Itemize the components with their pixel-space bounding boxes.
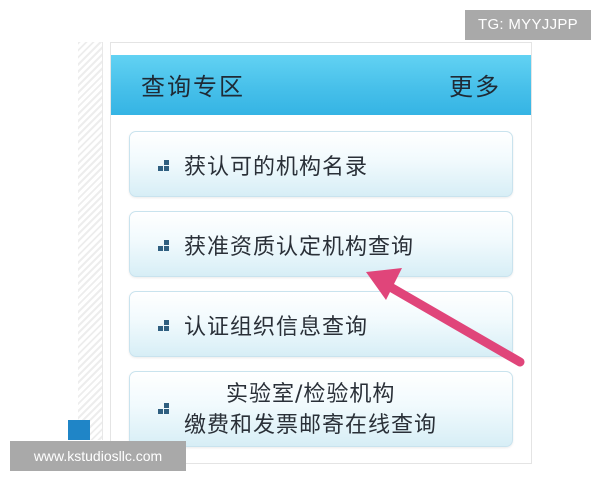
tg-watermark-badge: TG: MYYJJPP — [465, 10, 591, 40]
certification-body-query-button[interactable]: 认证组织信息查询 — [129, 291, 513, 357]
panel-title: 查询专区 — [141, 73, 245, 101]
bullet-icon — [158, 320, 170, 332]
query-zone-panel: 查询专区 更多 获认可的机构名录 获准资质认定机构查询 认证组织信息查询 实验室… — [110, 42, 532, 464]
bullet-icon — [158, 240, 170, 252]
menu-item-label-line2: 缴费和发票邮寄在线查询 — [184, 413, 438, 438]
menu-item-label: 获认可的机构名录 — [184, 155, 369, 180]
left-sidebar-strip — [78, 42, 103, 440]
menu-item-label-line1: 实验室/检验机构 — [226, 382, 396, 407]
lab-fee-invoice-query-button[interactable]: 实验室/检验机构 缴费和发票邮寄在线查询 — [129, 371, 513, 447]
menu-item-label: 获准资质认定机构查询 — [184, 235, 415, 260]
qualified-institutions-query-button[interactable]: 获准资质认定机构查询 — [129, 211, 513, 277]
left-sidebar-accent — [68, 420, 90, 440]
site-watermark-badge: www.kstudiosllc.com — [10, 441, 186, 471]
panel-header: 查询专区 更多 — [111, 55, 531, 115]
accredited-institutions-button[interactable]: 获认可的机构名录 — [129, 131, 513, 197]
menu-item-label: 认证组织信息查询 — [184, 315, 369, 340]
bullet-icon — [158, 160, 170, 172]
more-link[interactable]: 更多 — [449, 67, 501, 102]
bullet-icon — [158, 403, 170, 415]
